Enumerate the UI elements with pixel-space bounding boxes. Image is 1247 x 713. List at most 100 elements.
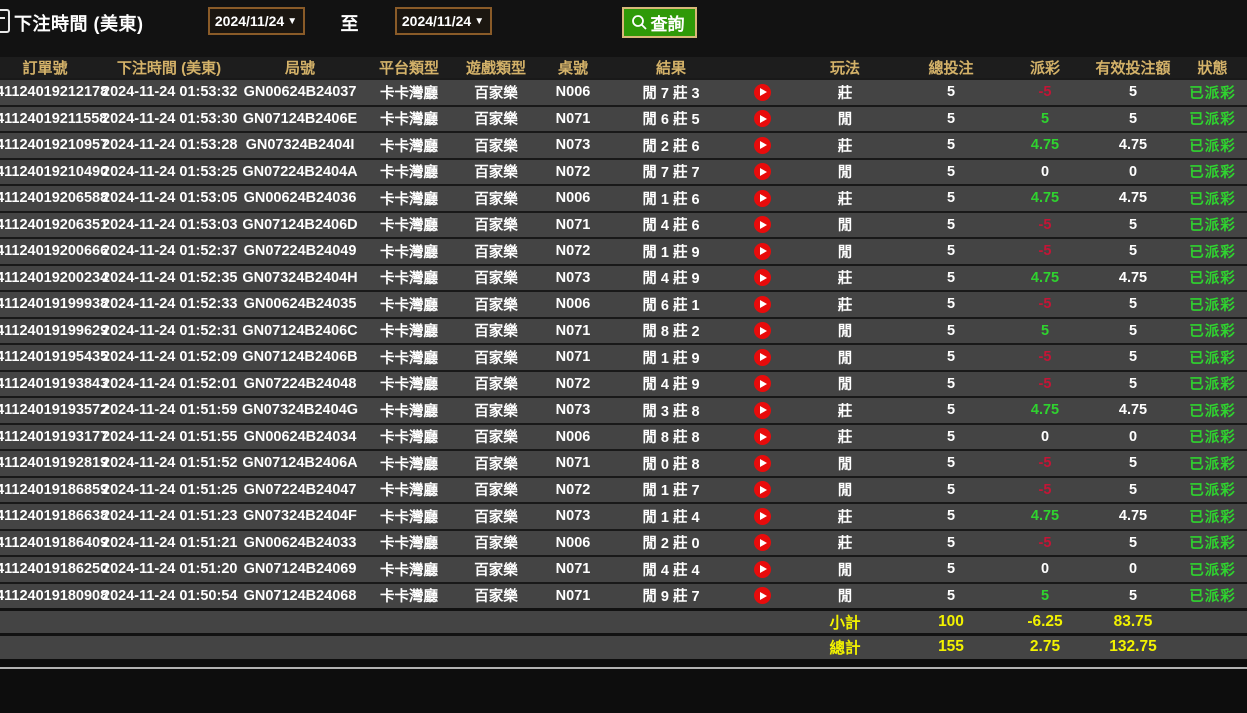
result-cell: 閒 1 莊 9 [608,238,734,265]
result-cell: 閒 1 莊 4 [608,503,734,530]
valid-cell: 4.75 [1088,503,1178,530]
result-cell: 閒 8 莊 8 [608,424,734,451]
total-cell: 5 [900,212,1002,239]
round-cell: GN07124B2406A [236,450,364,477]
payout-cell: 0 [1002,556,1088,583]
table-header-row: 訂單號下注時間 (美東)局號平台類型遊戲類型桌號結果玩法總投注派彩有效投注額狀態 [0,57,1247,79]
play-triangle-icon [760,115,767,123]
status-cell: 已派彩 [1178,318,1247,345]
game-cell: 百家樂 [454,212,538,239]
play-icon[interactable] [754,269,771,286]
play-triangle-icon [760,88,767,96]
column-header-6: 結果 [608,57,734,79]
hall-cell: 卡卡灣廳 [364,450,454,477]
play-icon[interactable] [754,534,771,551]
hall-cell: 卡卡灣廳 [364,265,454,292]
result-cell: 閒 7 莊 7 [608,159,734,186]
play-cell [734,132,790,159]
play-icon[interactable] [754,481,771,498]
play-icon[interactable] [754,375,771,392]
play-icon[interactable] [754,296,771,313]
game-cell: 百家樂 [454,318,538,345]
round-cell: GN00624B24034 [236,424,364,451]
play-triangle-icon [760,327,767,335]
chevron-down-icon: ▼ [287,16,297,27]
date-from-value: 2024/11/24 [215,13,284,29]
play-icon[interactable] [754,587,771,604]
play-icon[interactable] [754,110,771,127]
status-cell: 已派彩 [1178,132,1247,159]
order-cell: 241124019210490 [0,159,102,186]
round-cell: GN07324B2404G [236,397,364,424]
play-icon[interactable] [754,190,771,207]
play-triangle-icon [760,592,767,600]
bet-cell: 閒 [790,318,900,345]
bet-cell: 莊 [790,79,900,106]
result-cell: 閒 7 莊 3 [608,79,734,106]
valid-cell: 5 [1088,450,1178,477]
play-icon[interactable] [754,508,771,525]
status-cell: 已派彩 [1178,291,1247,318]
blank-cell [0,609,790,634]
play-icon[interactable] [754,402,771,419]
date-from-select[interactable]: 2024/11/24 ▼ [208,7,305,35]
total-cell: 5 [900,397,1002,424]
payout-cell: 4.75 [1002,503,1088,530]
play-icon[interactable] [754,349,771,366]
game-cell: 百家樂 [454,344,538,371]
total-cell: 5 [900,185,1002,212]
table-row: 2411240191938432024-11-24 01:52:01GN0722… [0,371,1247,398]
play-icon[interactable] [754,243,771,260]
table-cell: N072 [538,371,608,398]
table-body: 2411240192121782024-11-24 01:53:32GN0062… [0,79,1247,659]
status-cell: 已派彩 [1178,503,1247,530]
valid-cell: 5 [1088,583,1178,610]
play-icon[interactable] [754,428,771,445]
play-cell [734,185,790,212]
column-header-8: 玩法 [790,57,900,79]
play-icon[interactable] [754,561,771,578]
table-cell: N071 [538,556,608,583]
status-cell: 已派彩 [1178,79,1247,106]
bottom-divider [0,667,1247,669]
bet-cell: 莊 [790,397,900,424]
game-cell: 百家樂 [454,238,538,265]
play-icon[interactable] [754,163,771,180]
total-cell: 5 [900,503,1002,530]
date-to-select[interactable]: 2024/11/24 ▼ [395,7,492,35]
hall-cell: 卡卡灣廳 [364,159,454,186]
table-row: 2411240192109572024-11-24 01:53:28GN0732… [0,132,1247,159]
bet-cell: 莊 [790,132,900,159]
total-cell: 5 [900,583,1002,610]
total-cell: 5 [900,371,1002,398]
table-cell: N072 [538,159,608,186]
play-icon[interactable] [754,455,771,472]
time-cell: 2024-11-24 01:53:28 [102,132,236,159]
play-icon[interactable] [754,84,771,101]
payout-cell: -5 [1002,344,1088,371]
payout-cell: -5 [1002,450,1088,477]
play-icon[interactable] [754,137,771,154]
play-icon[interactable] [754,216,771,233]
game-cell: 百家樂 [454,371,538,398]
game-cell: 百家樂 [454,79,538,106]
table-header: 訂單號下注時間 (美東)局號平台類型遊戲類型桌號結果玩法總投注派彩有效投注額狀態 [0,57,1247,79]
bet-records-table-viewport: 訂單號下注時間 (美東)局號平台類型遊戲類型桌號結果玩法總投注派彩有效投注額狀態… [0,57,1247,659]
hall-cell: 卡卡灣廳 [364,477,454,504]
time-cell: 2024-11-24 01:53:32 [102,79,236,106]
query-button-label: 查詢 [651,10,685,35]
order-cell: 241124019199938 [0,291,102,318]
column-header-7 [734,57,790,79]
order-cell: 241124019186859 [0,477,102,504]
order-cell: 241124019186409 [0,530,102,557]
play-cell [734,397,790,424]
order-cell: 241124019210957 [0,132,102,159]
play-cell [734,424,790,451]
payout-cell: -5 [1002,79,1088,106]
table-row: 2411240191999382024-11-24 01:52:33GN0062… [0,291,1247,318]
payout-cell: 4.75 [1002,397,1088,424]
play-icon[interactable] [754,322,771,339]
query-button[interactable]: 查詢 [622,7,697,38]
table-row: 2411240192006662024-11-24 01:52:37GN0722… [0,238,1247,265]
time-cell: 2024-11-24 01:52:09 [102,344,236,371]
